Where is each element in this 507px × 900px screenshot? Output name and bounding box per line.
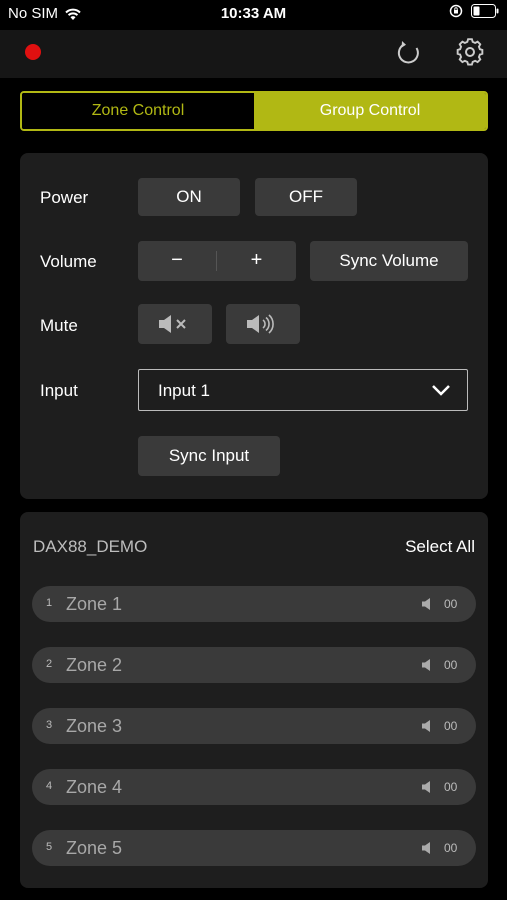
status-bar: 10:33 AM No SIM — [0, 0, 507, 30]
group-controls-panel: Power ON OFF Volume − + Sync Volume Mute… — [20, 153, 488, 499]
speaker-icon — [247, 314, 274, 334]
zone-number: 5 — [46, 841, 53, 853]
power-label: Power — [40, 188, 89, 207]
zone-item[interactable]: 4 Zone 4 00 — [32, 769, 476, 805]
power-off-button[interactable]: OFF — [255, 178, 357, 216]
zone-name: Zone 1 — [66, 594, 123, 614]
zone-item[interactable]: 3 Zone 3 00 — [32, 708, 476, 744]
mute-icon — [159, 315, 186, 333]
wifi-icon — [65, 8, 81, 20]
zone-speaker-icon — [422, 842, 430, 854]
battery-icon — [471, 4, 499, 18]
zone-speaker-icon — [422, 659, 430, 671]
tab-group-control[interactable]: Group Control — [254, 93, 486, 129]
zone-item[interactable]: 1 Zone 1 00 — [32, 586, 476, 622]
zone-number: 3 — [46, 719, 53, 731]
input-select[interactable]: Input 1 — [138, 369, 468, 411]
zone-number: 2 — [46, 658, 53, 670]
input-select-value: Input 1 — [158, 381, 210, 400]
zone-volume: 00 — [444, 658, 458, 672]
zone-volume: 00 — [444, 719, 458, 733]
orientation-lock-icon — [449, 4, 463, 18]
zone-number: 1 — [46, 597, 53, 609]
input-label: Input — [40, 381, 78, 400]
zone-item[interactable]: 2 Zone 2 00 — [32, 647, 476, 683]
status-right — [449, 4, 499, 18]
gear-icon[interactable] — [455, 37, 485, 67]
zone-name: Zone 3 — [66, 716, 123, 736]
zones-panel: DAX88_DEMO Select All 1 Zone 1 00 2 Zone… — [20, 512, 488, 888]
status-left: No SIM — [8, 5, 82, 22]
zone-item[interactable]: 5 Zone 5 00 — [32, 830, 476, 866]
mute-label: Mute — [40, 316, 78, 335]
zone-volume: 00 — [444, 780, 458, 794]
top-bar — [0, 30, 507, 78]
sync-volume-button[interactable]: Sync Volume — [310, 241, 468, 281]
mute-on-button[interactable] — [138, 304, 212, 344]
zone-name: Zone 5 — [66, 838, 123, 858]
zone-speaker-icon — [422, 720, 430, 732]
zone-volume: 00 — [444, 597, 458, 611]
sync-input-button[interactable]: Sync Input — [138, 436, 280, 476]
control-mode-tabs: Zone Control Group Control — [20, 91, 488, 131]
zone-speaker-icon — [422, 781, 430, 793]
carrier-label: No SIM — [8, 5, 59, 22]
device-name: DAX88_DEMO — [33, 537, 148, 556]
zone-number: 4 — [46, 780, 53, 792]
mute-off-button[interactable] — [226, 304, 300, 344]
tab-zone-control[interactable]: Zone Control — [22, 93, 254, 129]
zone-volume: 00 — [444, 841, 458, 855]
zone-name: Zone 4 — [66, 777, 123, 797]
select-all-button[interactable]: Select All — [405, 537, 475, 557]
volume-up-button[interactable]: + — [217, 249, 296, 272]
volume-label: Volume — [40, 252, 97, 271]
volume-stepper: − + — [138, 241, 296, 281]
zone-speaker-icon — [422, 598, 430, 610]
zone-name: Zone 2 — [66, 655, 123, 675]
power-on-button[interactable]: ON — [138, 178, 240, 216]
refresh-icon[interactable] — [394, 38, 424, 68]
volume-down-button[interactable]: − — [138, 249, 216, 272]
record-indicator — [25, 44, 41, 60]
chevron-down-icon — [432, 385, 450, 396]
